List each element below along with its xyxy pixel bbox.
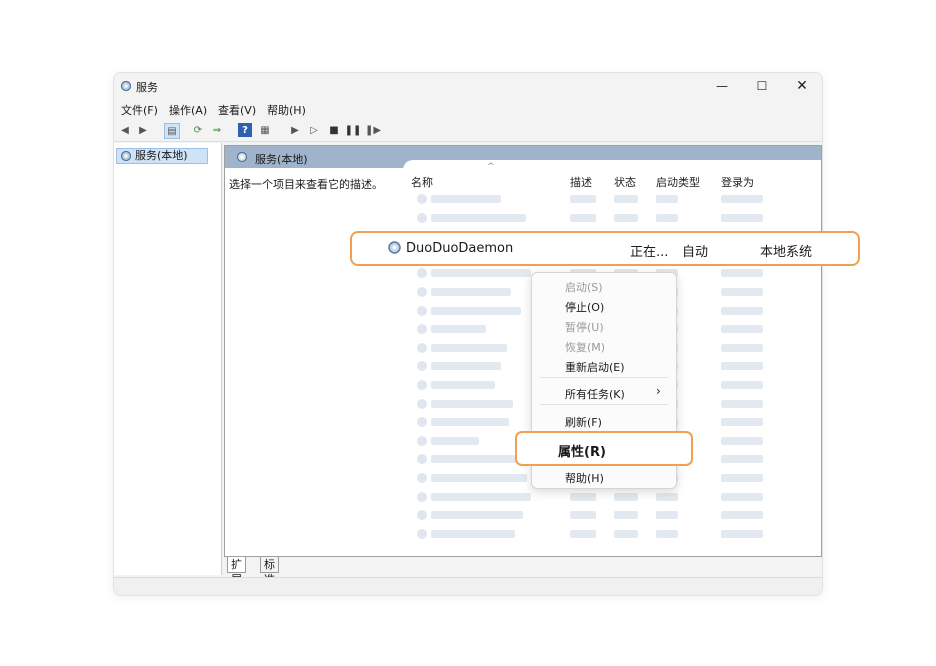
menu-item-stop[interactable]: 停止(O): [565, 299, 604, 315]
column-header-startup[interactable]: 启动类型: [656, 174, 700, 190]
service-gear-icon: [417, 305, 427, 316]
start-service-alt-icon[interactable]: ▷: [307, 123, 321, 137]
column-header-name[interactable]: 名称: [411, 174, 433, 190]
submenu-chevron-icon: ›: [656, 384, 661, 398]
service-gear-icon: [417, 268, 427, 279]
maximize-button[interactable]: ☐: [742, 73, 782, 99]
forward-arrow-icon[interactable]: ▶: [136, 123, 150, 137]
services-gear-icon: [120, 150, 132, 162]
menu-item-properties-label: 属性(R): [558, 445, 606, 460]
tab-standard[interactable]: 标准: [260, 557, 279, 586]
highlighted-service-row[interactable]: DuoDuoDaemon 正在... 自动 本地系统: [350, 231, 860, 266]
show-hide-tree-icon[interactable]: ▤: [164, 123, 180, 139]
service-startup-type: 自动: [682, 245, 709, 260]
menu-item-resume: 恢复(M): [565, 341, 606, 354]
menu-divider: [540, 404, 668, 405]
service-gear-icon: [417, 194, 427, 204]
services-pane: 服务(本地) 选择一个项目来查看它的描述。 ^ 名称 描述 状态 启动类型 登录…: [224, 145, 822, 557]
pause-service-icon[interactable]: ❚❚: [345, 123, 362, 137]
column-header-status[interactable]: 状态: [614, 174, 636, 190]
menu-view[interactable]: 查看(V): [218, 102, 256, 118]
service-gear-icon: [417, 324, 427, 335]
export-list-icon[interactable]: ⇒: [210, 123, 224, 137]
column-header-desc[interactable]: 描述: [570, 174, 592, 190]
service-logon-as: 本地系统: [760, 245, 813, 260]
service-gear-icon: [417, 491, 427, 502]
column-header-logon[interactable]: 登录为: [721, 174, 754, 190]
menu-item-properties[interactable]: 属性(R): [515, 431, 693, 466]
service-gear-icon: [417, 417, 427, 428]
services-gear-icon: [119, 79, 133, 96]
window-title: 服务: [136, 81, 158, 94]
title-bar: 服务 — ☐ ✕: [114, 73, 822, 99]
faded-service-row: [403, 209, 821, 227]
tree-item-services-local[interactable]: 服务(本地): [116, 148, 208, 164]
sort-caret-icon: ^: [487, 162, 495, 172]
restart-service-icon[interactable]: ❚▶: [365, 123, 381, 137]
properties-view-icon[interactable]: ▦: [258, 123, 272, 137]
service-gear-icon: [417, 473, 427, 483]
service-gear-icon: [417, 361, 427, 372]
help-icon[interactable]: ?: [238, 123, 252, 137]
menu-file[interactable]: 文件(F): [121, 102, 158, 118]
close-button[interactable]: ✕: [782, 73, 822, 99]
pane-header-title: 服务(本地): [255, 153, 308, 166]
service-gear-icon: [417, 398, 427, 409]
tab-extended[interactable]: 扩展: [227, 557, 246, 586]
services-gear-icon: [236, 151, 248, 163]
menu-bar: 文件(F) 操作(A) 查看(V) 帮助(H): [114, 99, 822, 119]
menu-help[interactable]: 帮助(H): [267, 102, 306, 118]
minimize-button[interactable]: —: [702, 73, 742, 99]
service-gear-icon: [417, 454, 427, 465]
description-hint: 选择一个项目来查看它的描述。: [229, 178, 383, 191]
service-name: DuoDuoDaemon: [406, 241, 514, 256]
back-arrow-icon[interactable]: ◀: [118, 123, 132, 137]
start-service-icon[interactable]: ▶: [288, 123, 302, 137]
menu-item-start: 启动(S): [565, 281, 603, 294]
faded-service-row: [403, 488, 821, 506]
menu-item-pause: 暂停(U): [565, 321, 604, 334]
menu-action[interactable]: 操作(A): [169, 102, 207, 118]
service-gear-icon: [417, 212, 427, 223]
status-bar: [114, 577, 822, 595]
service-gear-icon: [417, 510, 427, 521]
menu-item-refresh[interactable]: 刷新(F): [565, 414, 602, 430]
refresh-icon[interactable]: ⟳: [191, 123, 205, 137]
menu-item-restart[interactable]: 重新启动(E): [565, 359, 625, 375]
faded-service-row: [403, 506, 821, 524]
console-tree: 服务(本地): [114, 143, 222, 575]
tree-item-label: 服务(本地): [135, 149, 188, 162]
faded-service-row: [403, 190, 821, 208]
menu-divider: [540, 377, 668, 378]
service-gear-icon: [417, 342, 427, 353]
service-gear-icon: [417, 380, 427, 390]
menu-item-help[interactable]: 帮助(H): [565, 470, 604, 486]
service-gear-icon: [417, 528, 427, 539]
service-status: 正在...: [630, 245, 669, 260]
menu-item-all-tasks[interactable]: 所有任务(K): [565, 386, 625, 402]
service-gear-icon: [417, 287, 427, 297]
stop-service-icon[interactable]: ■: [327, 123, 341, 137]
services-window: 服务 — ☐ ✕ 文件(F) 操作(A) 查看(V) 帮助(H) ◀ ▶ ▤ ⟳…: [113, 72, 823, 596]
service-gear-icon: [388, 241, 401, 254]
toolbar: ◀ ▶ ▤ ⟳ ⇒ ? ▦ ▶ ▷ ■ ❚❚ ❚▶: [114, 119, 822, 142]
service-gear-icon: [417, 435, 427, 446]
faded-service-row: [403, 525, 821, 543]
